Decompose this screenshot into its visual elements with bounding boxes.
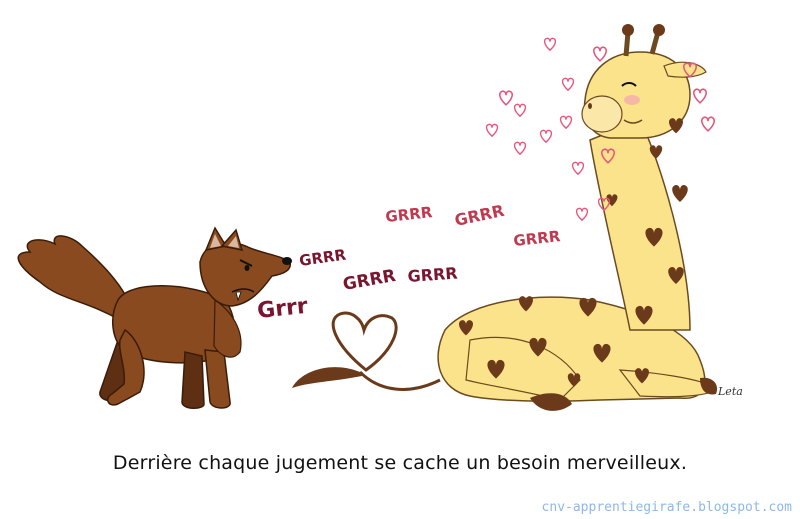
growl-word: GRRR (341, 266, 397, 295)
heart-icon (485, 123, 499, 138)
tail-heart (331, 311, 398, 372)
giraffe-growls: GRRR GRRR GRRR (385, 201, 562, 250)
jackal-figure (17, 226, 292, 409)
growl-word: GRRR (385, 203, 434, 226)
heart-icon (543, 37, 557, 52)
growl-word: GRRR (513, 227, 562, 250)
heart-icon (513, 103, 527, 118)
heart-icon (539, 129, 553, 144)
artist-signature: Leta (718, 385, 743, 398)
illustration-scene: Grrr GRRR GRRR GRRR GRRR GRRR GRRR (17, 24, 718, 411)
heart-icon (513, 141, 527, 156)
caption-text: Derrière chaque jugement se cache un bes… (112, 452, 688, 474)
heart-icon (559, 115, 573, 130)
growl-word: GRRR (407, 264, 458, 286)
giraffe-neck (589, 119, 691, 331)
heart-icon (593, 46, 607, 62)
jackal-tail (17, 235, 129, 322)
heart-icon (571, 161, 585, 176)
heart-icon (499, 90, 513, 106)
growl-word: GRRR (298, 246, 347, 270)
growl-word: GRRR (453, 201, 506, 230)
heart-icon (701, 116, 715, 132)
heart-icon (561, 77, 575, 92)
growl-word: Grrr (256, 294, 309, 324)
giraffe-tail (358, 370, 441, 391)
heart-icon (693, 88, 707, 104)
heart-icon (575, 207, 589, 222)
website-url: cnv-apprentiegirafe.blogspot.com (541, 500, 792, 515)
